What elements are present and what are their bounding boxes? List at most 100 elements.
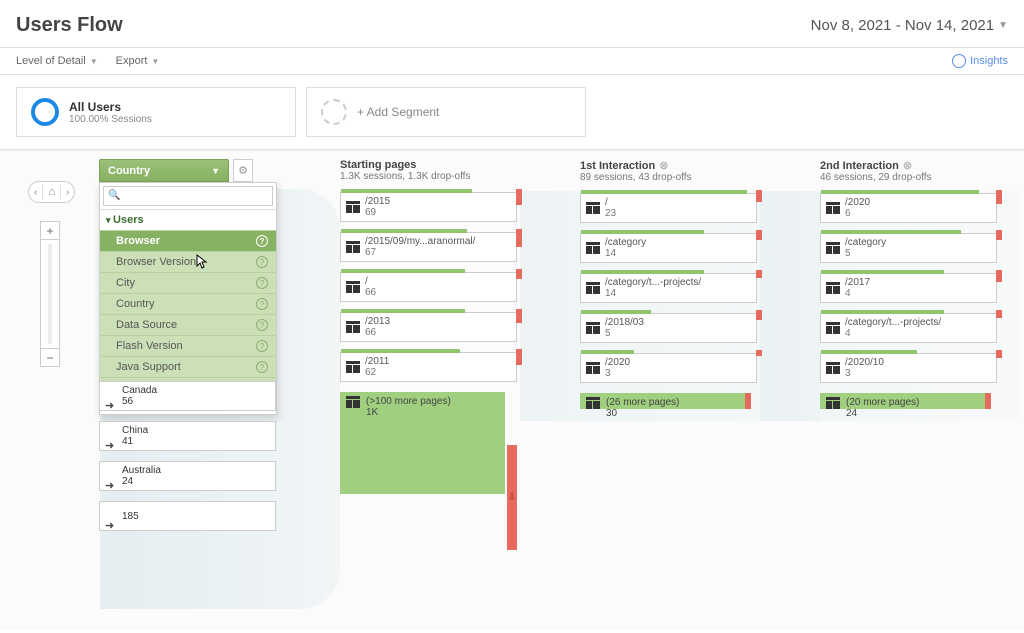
help-icon[interactable]: ? (256, 340, 268, 352)
more-pages-node[interactable]: (26 more pages)30 (580, 393, 745, 409)
close-icon[interactable]: ⊗ (659, 159, 668, 172)
page-icon (346, 396, 360, 411)
cursor-icon (196, 254, 210, 273)
node-label: /category/t...-projects/ (605, 277, 756, 288)
zoom-in-button[interactable]: + (41, 222, 59, 240)
dimension-group-users[interactable]: Users (100, 210, 276, 230)
node-label: /2020/10 (845, 357, 996, 368)
dimension-item[interactable]: Flash Version? (100, 335, 276, 356)
insights-button[interactable]: Insights (952, 54, 1008, 68)
gear-icon: ⚙ (238, 164, 248, 177)
nav-next-button[interactable]: › (61, 187, 74, 198)
flow-canvas[interactable]: ‹ ⌂ › + − Country ▼ ⚙ 🔍 Users (0, 150, 1024, 630)
level-of-detail-menu[interactable]: Level of Detail ▼ (16, 55, 98, 67)
dimension-item[interactable]: Browser? (100, 230, 276, 251)
node-label: /2018/03 (605, 317, 756, 328)
page-icon (341, 321, 365, 333)
column-header: 1st Interaction ⊗ (580, 159, 810, 172)
node-value: 14 (605, 248, 756, 259)
page-icon (341, 201, 365, 213)
page-icon (341, 241, 365, 253)
source-node[interactable]: ➜Canada56 (99, 381, 276, 411)
node-value: 66 (365, 287, 516, 298)
insights-label: Insights (970, 55, 1008, 67)
date-range-picker[interactable]: Nov 8, 2021 - Nov 14, 2021 ▼ (811, 17, 1008, 34)
flow-node[interactable]: /2018/035 (580, 313, 757, 343)
dimension-search-input[interactable] (103, 186, 273, 206)
node-label: /2015/09/my...aranormal/ (365, 236, 516, 247)
help-icon[interactable]: ? (256, 298, 268, 310)
flow-node[interactable]: /23 (580, 193, 757, 223)
flow-node[interactable]: /2015/09/my...aranormal/67 (340, 232, 517, 262)
flow-node[interactable]: /66 (340, 272, 517, 302)
source-node[interactable]: ➜ Australia24 (99, 461, 276, 491)
add-segment-button[interactable]: + Add Segment (306, 87, 586, 137)
flow-node[interactable]: /20174 (820, 273, 997, 303)
dimension-item[interactable]: Country? (100, 293, 276, 314)
help-icon[interactable]: ? (256, 319, 268, 331)
node-label: /2013 (365, 316, 516, 327)
caret-down-icon: ▼ (151, 57, 159, 66)
dropoff-bar (985, 393, 991, 409)
node-label: /2017 (845, 277, 996, 288)
flow-node[interactable]: /category5 (820, 233, 997, 263)
insights-icon (952, 54, 966, 68)
dimension-select[interactable]: Country ▼ (99, 159, 229, 182)
dimension-item[interactable]: Java Support? (100, 356, 276, 377)
arrow-right-icon: ➜ (105, 399, 114, 412)
page-icon (821, 202, 845, 214)
source-value: 24 (122, 476, 161, 487)
help-icon[interactable]: ? (256, 361, 268, 373)
node-label: /2015 (365, 196, 516, 207)
arrow-right-icon: ➜ (105, 479, 114, 492)
more-value: 30 (606, 408, 679, 419)
page-icon (821, 242, 845, 254)
column-title: Starting pages (340, 159, 416, 171)
caret-down-icon: ▼ (90, 57, 98, 66)
help-icon[interactable]: ? (256, 235, 268, 247)
page-icon (581, 322, 605, 334)
more-pages-node[interactable]: (20 more pages)24 (820, 393, 985, 409)
more-pages-node[interactable]: (>100 more pages)1K (340, 392, 505, 494)
more-label: (20 more pages) (846, 397, 919, 408)
dimension-item[interactable]: City? (100, 272, 276, 293)
level-label: Level of Detail (16, 55, 86, 67)
page-title: Users Flow (16, 14, 123, 37)
flow-node[interactable]: /category/t...-projects/4 (820, 313, 997, 343)
page-icon (821, 362, 845, 374)
close-icon[interactable]: ⊗ (903, 159, 912, 172)
source-node[interactable]: ➜China41 (99, 421, 276, 451)
help-icon[interactable]: ? (256, 277, 268, 289)
node-label: /2020 (605, 357, 756, 368)
dimension-selected-label: Country (108, 165, 150, 177)
segment-all-users[interactable]: All Users 100.00% Sessions (16, 87, 296, 137)
dimension-item[interactable]: Browser Version? (100, 251, 276, 272)
dimension-item[interactable]: Data Source? (100, 314, 276, 335)
source-node[interactable]: ➜185 (99, 501, 276, 531)
flow-node[interactable]: /category/t...-projects/14 (580, 273, 757, 303)
chevron-down-icon: ▼ (998, 20, 1008, 31)
settings-button[interactable]: ⚙ (233, 159, 253, 182)
flow-node[interactable]: /20206 (820, 193, 997, 223)
zoom-control: + − (40, 221, 60, 367)
node-value: 5 (845, 248, 996, 259)
zoom-out-button[interactable]: − (41, 348, 59, 366)
flow-node[interactable]: /201366 (340, 312, 517, 342)
flow-node[interactable]: /201569 (340, 192, 517, 222)
help-icon[interactable]: ? (256, 256, 268, 268)
source-label: Canada (122, 385, 157, 396)
home-icon[interactable]: ⌂ (43, 186, 60, 198)
source-label: Australia (122, 465, 161, 476)
flow-node[interactable]: /category14 (580, 233, 757, 263)
flow-node[interactable]: /20203 (580, 353, 757, 383)
add-segment-label: + Add Segment (357, 105, 439, 119)
flow-node[interactable]: /2020/103 (820, 353, 997, 383)
column-subtitle: 89 sessions, 43 drop-offs (580, 172, 810, 183)
column-subtitle: 1.3K sessions, 1.3K drop-offs (340, 171, 570, 182)
node-label: / (365, 276, 516, 287)
export-menu[interactable]: Export ▼ (116, 55, 160, 67)
page-icon (821, 322, 845, 334)
flow-node[interactable]: /201162 (340, 352, 517, 382)
nav-prev-button[interactable]: ‹ (29, 187, 42, 198)
zoom-slider[interactable] (48, 244, 52, 344)
